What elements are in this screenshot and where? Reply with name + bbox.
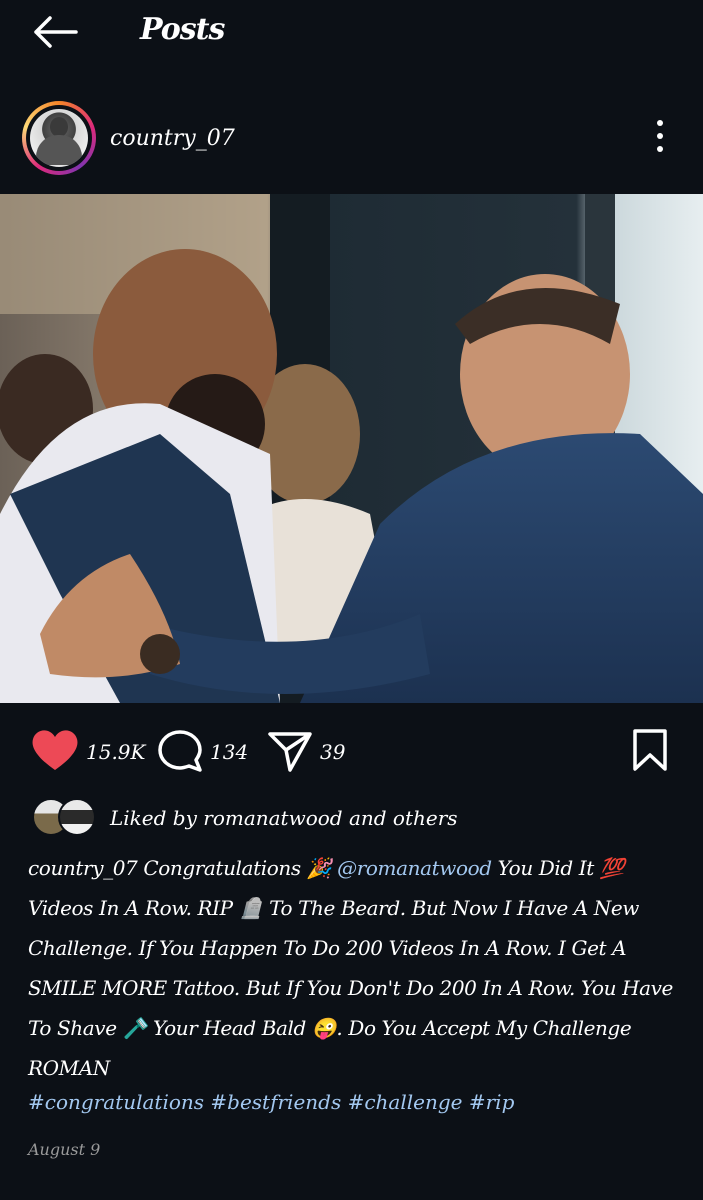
comment-icon [158,730,202,772]
hashtags[interactable]: #congratulations #bestfriends #challenge… [28,1090,514,1114]
post-header: country_07 [0,96,703,188]
like-button[interactable] [30,728,80,776]
caption-mention[interactable]: @romanatwood [337,856,492,880]
caption-separator: . [28,1055,35,1079]
page-title: Posts [140,12,225,47]
more-options-button[interactable] [650,120,670,158]
caption-text: Congratulations 🎉 [137,856,338,880]
back-button[interactable] [30,12,82,52]
story-ring[interactable] [22,101,96,175]
liked-by-text: Liked by romanatwood and others [110,806,458,830]
post-caption: country_07 Congratulations 🎉 @romanatwoo… [28,848,678,1088]
send-icon [268,732,312,772]
comment-button[interactable] [156,728,204,778]
liked-by-row[interactable]: Liked by romanatwood and others [32,798,672,838]
post-username[interactable]: country_07 [110,126,235,151]
avatar [30,109,88,167]
like-count[interactable]: 15.9K [86,740,145,764]
post-actions: 15.9K 134 39 [0,720,703,780]
top-bar: Posts [0,0,703,64]
caption-username[interactable]: country_07 [28,856,138,880]
save-button[interactable] [630,728,670,776]
post-photo-illustration [0,194,703,703]
heart-icon [32,730,78,770]
share-count: 39 [320,740,346,764]
post-date: August 9 [28,1140,101,1159]
arrow-left-icon [34,16,78,48]
share-button[interactable] [266,728,314,778]
post-image[interactable] [0,194,703,703]
liker-avatar [58,798,96,836]
bookmark-icon [633,729,667,771]
caption-text: You Did It 💯 Videos In A Row. RIP 🪦 To T… [28,856,673,1080]
comment-count: 134 [210,740,249,764]
more-vertical-icon [650,120,670,152]
